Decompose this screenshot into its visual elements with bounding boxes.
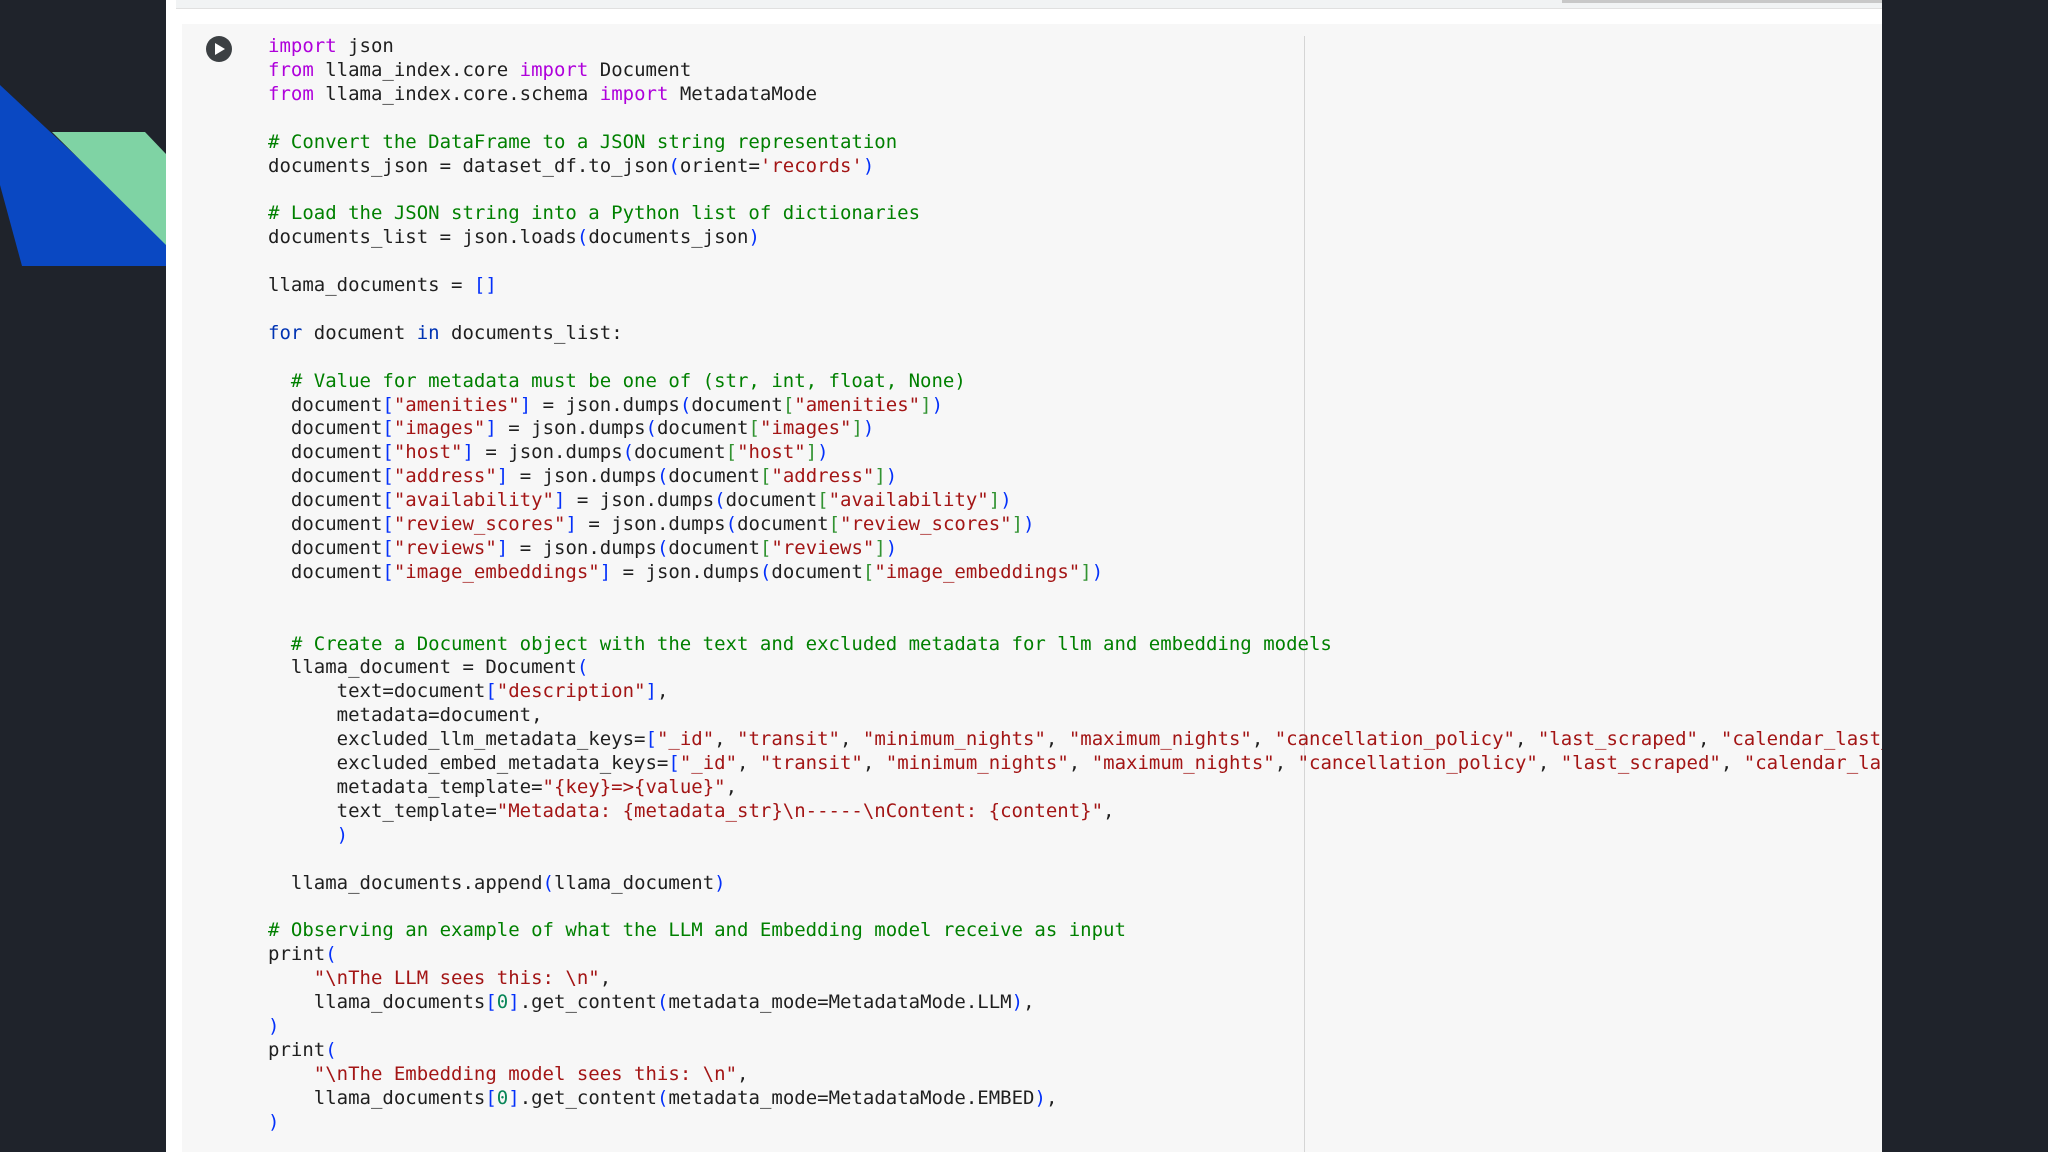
code-line[interactable]: text=document["description"], — [268, 679, 669, 703]
code-line[interactable]: "\nThe Embedding model sees this: \n", — [268, 1062, 749, 1086]
code-line[interactable]: metadata_template="{key}=>{value}", — [268, 775, 737, 799]
code-line[interactable]: document["amenities"] = json.dumps(docum… — [268, 393, 943, 417]
code-line[interactable]: print( — [268, 1038, 337, 1062]
code-line[interactable]: print( — [268, 942, 337, 966]
code-line[interactable]: ) — [268, 1014, 279, 1038]
horizontal-scrollbar-thumb[interactable] — [1562, 0, 1882, 3]
decorative-stripes — [0, 85, 166, 266]
code-line[interactable]: llama_documents[0].get_content(metadata_… — [268, 990, 1035, 1014]
code-line[interactable]: from llama_index.core import Document — [268, 58, 691, 82]
code-line[interactable]: llama_documents = [] — [268, 273, 497, 297]
code-line[interactable]: document["image_embeddings"] = json.dump… — [268, 560, 1103, 584]
code-line[interactable]: ) — [268, 823, 348, 847]
code-cell[interactable]: import json from llama_index.core import … — [182, 24, 1882, 1152]
code-line[interactable]: for document in documents_list: — [268, 321, 623, 345]
play-icon — [215, 43, 225, 55]
code-line[interactable]: # Convert the DataFrame to a JSON string… — [268, 130, 897, 154]
code-line[interactable]: document["reviews"] = json.dumps(documen… — [268, 536, 897, 560]
code-line[interactable]: "\nThe LLM sees this: \n", — [268, 966, 611, 990]
code-line[interactable]: documents_list = json.loads(documents_js… — [268, 225, 760, 249]
code-line[interactable]: # Value for metadata must be one of (str… — [268, 369, 966, 393]
code-line[interactable]: documents_json = dataset_df.to_json(orie… — [268, 154, 874, 178]
code-line[interactable]: import json — [268, 34, 394, 58]
code-line[interactable]: text_template="Metadata: {metadata_str}\… — [268, 799, 1115, 823]
code-line[interactable]: metadata=document, — [268, 703, 543, 727]
code-editor[interactable]: import json from llama_index.core import … — [235, 24, 1882, 1152]
code-line[interactable]: # Observing an example of what the LLM a… — [268, 918, 1126, 942]
code-line[interactable]: # Load the JSON string into a Python lis… — [268, 201, 920, 225]
code-line[interactable]: excluded_embed_metadata_keys=["_id", "tr… — [268, 751, 1882, 775]
line-length-ruler — [1304, 36, 1305, 1152]
code-line[interactable]: document["images"] = json.dumps(document… — [268, 416, 875, 440]
code-line[interactable]: llama_document = Document( — [268, 655, 588, 679]
code-line[interactable]: llama_documents.append(llama_document) — [268, 871, 726, 895]
code-line[interactable]: excluded_llm_metadata_keys=["_id", "tran… — [268, 727, 1882, 751]
code-line[interactable]: llama_documents[0].get_content(metadata_… — [268, 1086, 1058, 1110]
run-cell-button[interactable] — [206, 36, 232, 62]
code-line[interactable]: # Create a Document object with the text… — [268, 632, 1332, 656]
code-line[interactable]: ) — [268, 1110, 279, 1134]
code-line[interactable]: document["review_scores"] = json.dumps(d… — [268, 512, 1035, 536]
notebook-panel: import json from llama_index.core import … — [166, 0, 1882, 1152]
code-line[interactable]: document["address"] = json.dumps(documen… — [268, 464, 897, 488]
code-line[interactable]: document["availability"] = json.dumps(do… — [268, 488, 1012, 512]
code-line[interactable]: document["host"] = json.dumps(document["… — [268, 440, 829, 464]
code-line[interactable]: from llama_index.core.schema import Meta… — [268, 82, 817, 106]
